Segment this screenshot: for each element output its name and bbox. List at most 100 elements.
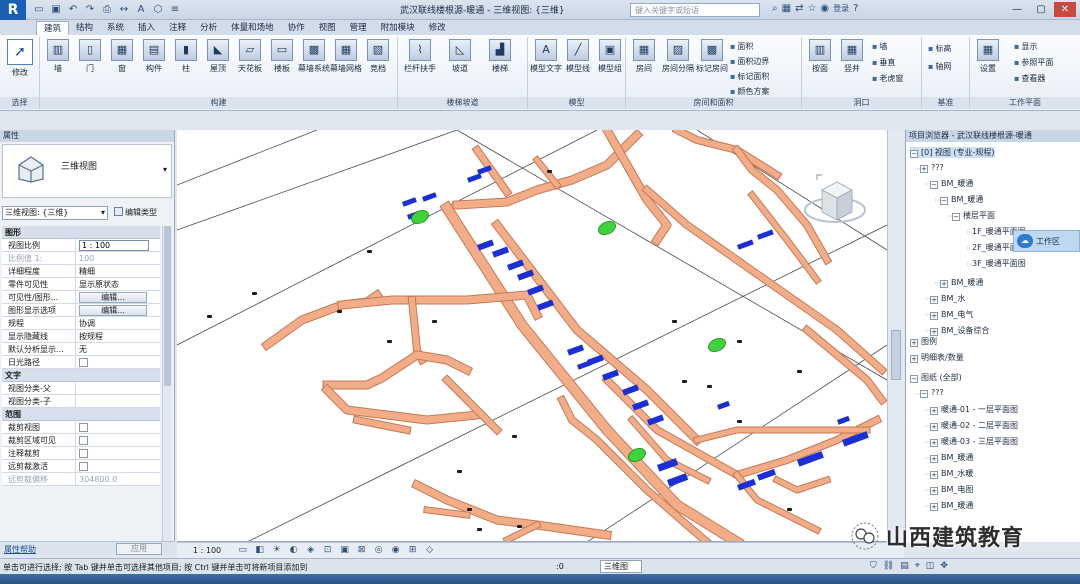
- property-row[interactable]: 规程 协调: [2, 317, 160, 330]
- property-value[interactable]: 编辑...: [76, 304, 160, 316]
- properties-section-header[interactable]: 范围: [2, 408, 160, 421]
- checkbox[interactable]: [79, 449, 88, 458]
- render-icon[interactable]: ◈: [305, 545, 316, 556]
- user-icon[interactable]: ◉: [820, 3, 829, 14]
- checkbox[interactable]: [79, 462, 88, 471]
- property-row[interactable]: 显示隐藏线 按规程: [2, 330, 160, 343]
- ribbon-button-build[interactable]: ▯ 门: [74, 39, 106, 74]
- color-scheme-button[interactable]: 颜色方案: [730, 86, 769, 97]
- properties-help-link[interactable]: 属性帮助: [4, 544, 36, 555]
- undo-icon[interactable]: ↶: [66, 3, 80, 17]
- browser-tree-item[interactable]: − BM_暖通: [940, 194, 983, 205]
- show-crop-icon[interactable]: ▣: [339, 545, 350, 556]
- expand-icon[interactable]: +: [910, 355, 918, 363]
- browser-tree-item[interactable]: + 暖通-02 - 二层平面图: [930, 420, 1018, 431]
- exchange-icon[interactable]: ⇄: [795, 3, 803, 14]
- lock-view-icon[interactable]: ⊠: [356, 545, 367, 556]
- air-terminal[interactable]: [577, 360, 592, 370]
- property-value[interactable]: 编辑...: [76, 291, 160, 303]
- ribbon-button-build[interactable]: ◣ 屋顶: [202, 39, 234, 74]
- select-underlay-icon[interactable]: ▤: [900, 561, 909, 571]
- minimize-icon[interactable]: —: [1006, 2, 1028, 17]
- ribbon-tab[interactable]: 插入: [131, 21, 162, 35]
- browser-tree-item[interactable]: − BM_暖通: [930, 178, 973, 189]
- browser-tree-item[interactable]: −???: [920, 388, 944, 398]
- property-value[interactable]: 100: [76, 252, 160, 264]
- maximize-icon[interactable]: ▢: [1030, 2, 1052, 17]
- app-logo-icon[interactable]: R: [0, 0, 26, 20]
- expand-icon[interactable]: +: [930, 312, 938, 320]
- show-workplane-button[interactable]: 显示: [1014, 41, 1037, 52]
- wall-opening-button[interactable]: 墙: [872, 41, 887, 52]
- checkbox[interactable]: [79, 436, 88, 445]
- browser-tree-item[interactable]: 3F_暖通平面图: [972, 258, 1026, 269]
- ribbon-button-circulation[interactable]: ⌇ 栏杆扶手: [404, 39, 436, 74]
- measure-icon[interactable]: ↔: [117, 3, 131, 17]
- reveal-hidden-icon[interactable]: ◉: [390, 545, 401, 556]
- shadows-icon[interactable]: ◐: [288, 545, 299, 556]
- air-terminal[interactable]: [516, 269, 535, 281]
- ribbon-tab[interactable]: 修改: [422, 21, 453, 35]
- ribbon-tab[interactable]: 视图: [312, 21, 343, 35]
- property-value[interactable]: [76, 395, 160, 407]
- filter-icon[interactable]: ⛉: [870, 561, 877, 571]
- collapse-icon[interactable]: −: [940, 197, 948, 205]
- expand-icon[interactable]: +: [930, 328, 938, 336]
- air-terminal[interactable]: [527, 284, 545, 296]
- property-row[interactable]: 视图比例: [2, 239, 160, 252]
- view-cube-home-icon[interactable]: [816, 174, 822, 180]
- property-row[interactable]: 日光路径: [2, 356, 160, 369]
- expand-icon[interactable]: +: [930, 423, 938, 431]
- collapse-icon[interactable]: −: [910, 150, 918, 158]
- ribbon-button-build[interactable]: ▤ 构件: [138, 39, 170, 74]
- view-cube[interactable]: [804, 174, 866, 223]
- collapse-icon[interactable]: −: [910, 375, 918, 383]
- expand-icon[interactable]: +: [930, 296, 938, 304]
- duct-segment[interactable]: [533, 156, 561, 189]
- duct-segment[interactable]: [442, 375, 502, 435]
- ribbon-button-circulation[interactable]: ◺ 坡道: [444, 39, 476, 74]
- area-boundary-button[interactable]: 面积边界: [730, 56, 769, 67]
- search-input[interactable]: 键入关键字或短语: [630, 3, 760, 17]
- property-row[interactable]: 远剪裁偏移 304800.0: [2, 473, 160, 486]
- browser-tree-item[interactable]: +???: [920, 163, 944, 173]
- browser-tree-item[interactable]: − [0] 视图 (专业-规程): [910, 147, 995, 158]
- ribbon-tab[interactable]: 注释: [162, 21, 193, 35]
- save-icon[interactable]: ▣: [49, 3, 63, 17]
- detail-level-icon[interactable]: ▭: [237, 545, 248, 556]
- hvac-model-drawing[interactable]: [177, 130, 887, 542]
- ref-plane-button[interactable]: 参照平面: [1014, 57, 1053, 68]
- duct-segment[interactable]: [602, 130, 671, 245]
- air-terminal[interactable]: [492, 246, 510, 258]
- open-icon[interactable]: ▭: [32, 3, 46, 17]
- close-icon[interactable]: ✕: [1054, 2, 1076, 17]
- drag-elements-icon[interactable]: ✥: [940, 561, 948, 571]
- property-value[interactable]: 304800.0: [76, 473, 160, 485]
- property-row[interactable]: 默认分析显示... 无: [2, 343, 160, 356]
- 3d-view-canvas[interactable]: [177, 130, 887, 542]
- apply-button[interactable]: 应用: [116, 543, 162, 555]
- air-terminal[interactable]: [667, 473, 689, 487]
- ribbon-tab[interactable]: 分析: [193, 21, 224, 35]
- air-terminal[interactable]: [467, 173, 482, 183]
- ribbon-tab[interactable]: 体量和场地: [224, 21, 281, 35]
- properties-scrollbar[interactable]: [162, 226, 172, 546]
- edit-type-button[interactable]: 编辑类型: [114, 206, 157, 220]
- property-value[interactable]: [76, 421, 160, 433]
- expand-icon[interactable]: +: [930, 455, 938, 463]
- ribbon-button-build[interactable]: ▦ 幕墙网格: [330, 39, 362, 74]
- ribbon-button-build[interactable]: ▱ 天花板: [234, 39, 266, 74]
- help-icon[interactable]: ?: [853, 3, 858, 14]
- expand-icon[interactable]: +: [930, 439, 938, 447]
- vertical-opening-button[interactable]: 垂直: [872, 57, 895, 68]
- ribbon-tab[interactable]: 附加模块: [374, 21, 422, 35]
- ribbon-tab[interactable]: 系统: [100, 21, 131, 35]
- air-terminal[interactable]: [737, 239, 754, 250]
- property-value[interactable]: [76, 382, 160, 394]
- edit-button[interactable]: 编辑...: [79, 305, 147, 316]
- cloud-chip[interactable]: ☁ 工作区: [1013, 230, 1080, 252]
- select-links-icon[interactable]: ⛓: [883, 561, 894, 571]
- property-value[interactable]: [76, 447, 160, 459]
- ribbon-button-workplane[interactable]: ▦ 设置: [972, 39, 1004, 74]
- expand-icon[interactable]: +: [930, 407, 938, 415]
